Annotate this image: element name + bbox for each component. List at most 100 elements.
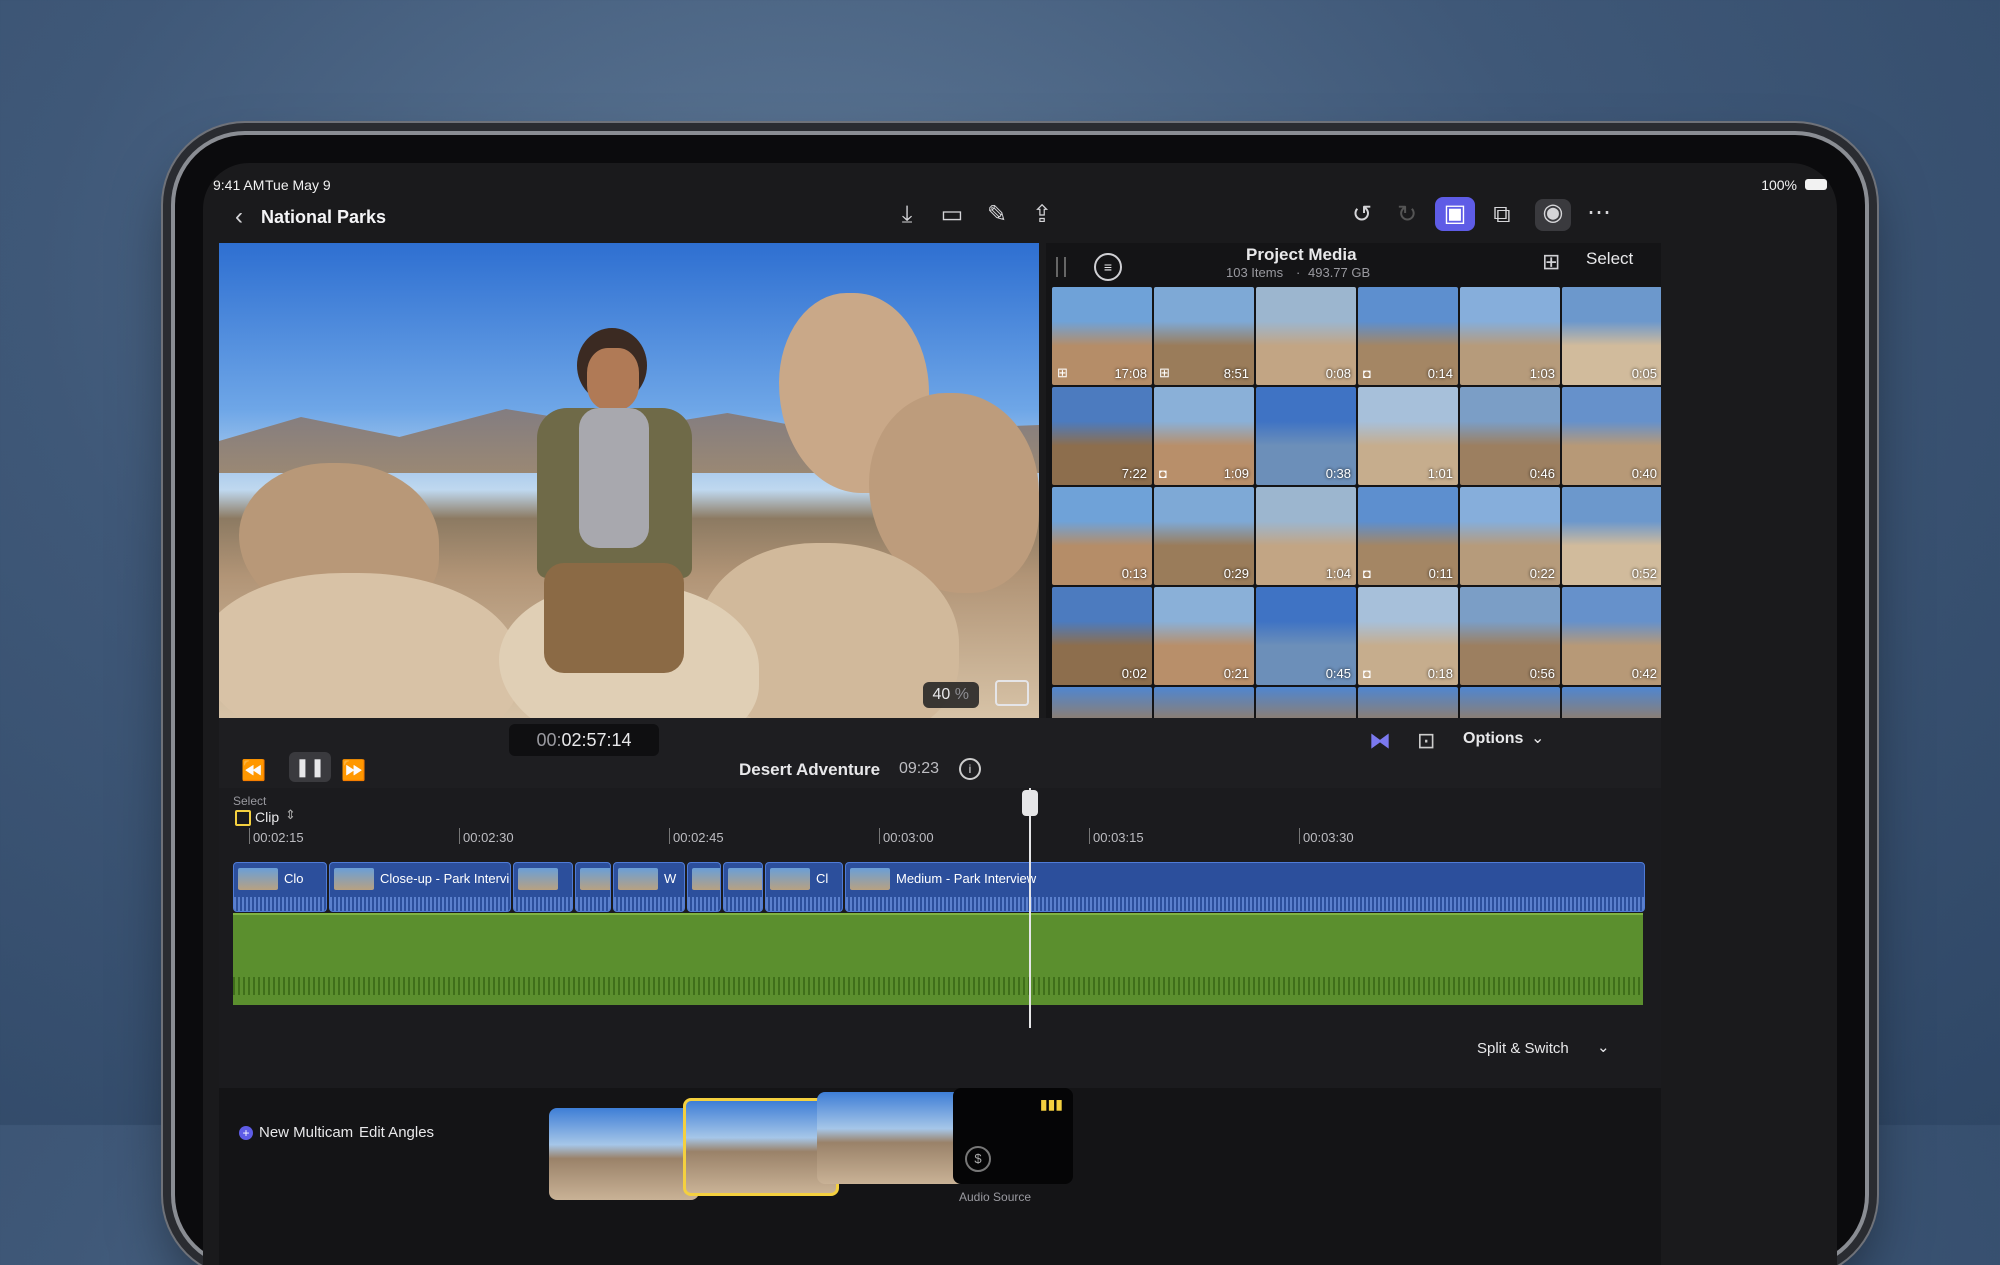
import-icon[interactable]: ⤓ — [893, 201, 921, 229]
media-thumbnail[interactable]: 0:22 — [1460, 487, 1560, 585]
angle-thumbnail-selected[interactable] — [683, 1098, 839, 1196]
thumbnail-duration: 8:51 — [1223, 366, 1249, 381]
share-icon[interactable]: ⇪ — [1028, 201, 1056, 229]
pencil-icon[interactable]: ✎ — [983, 201, 1011, 229]
clip-mode-label[interactable]: Clip — [255, 809, 279, 825]
media-thumbnail[interactable]: 0:40 — [1562, 387, 1661, 485]
redo-icon[interactable]: ↻ — [1393, 201, 1421, 229]
camera-icon[interactable]: ▭ — [938, 201, 966, 229]
zoom-level[interactable]: 40 % — [922, 682, 979, 708]
thumbnail-duration: 0:22 — [1529, 566, 1555, 581]
clip-thumbnail — [618, 868, 658, 890]
timeline-clip[interactable] — [723, 862, 763, 912]
audio-source-tile[interactable]: ▮▮▮ $ — [953, 1088, 1073, 1184]
media-thumbnail[interactable] — [1256, 687, 1356, 718]
photos-icon[interactable]: ▣ — [1435, 197, 1475, 231]
media-thumbnail[interactable]: ⊞ 8:51 — [1154, 287, 1254, 385]
timecode-display[interactable]: 00:02:57:14 — [509, 724, 659, 756]
media-thumbnail[interactable] — [1052, 687, 1152, 718]
media-thumbnail[interactable] — [1358, 687, 1458, 718]
media-thumbnail[interactable]: 0:45 — [1256, 587, 1356, 685]
media-thumbnail[interactable]: 0:56 — [1460, 587, 1560, 685]
timeline-clip[interactable] — [513, 862, 573, 912]
timeline-clip[interactable] — [687, 862, 721, 912]
chevron-down-icon[interactable]: ⌄ — [1531, 728, 1544, 748]
media-thumbnail[interactable]: ◘ 0:11 — [1358, 487, 1458, 585]
media-thumbnail[interactable]: 0:29 — [1154, 487, 1254, 585]
thumbnail-duration: 1:04 — [1325, 566, 1351, 581]
new-multicam-button[interactable]: New Multicam — [259, 1124, 353, 1141]
playhead[interactable] — [1029, 788, 1031, 1028]
select-button[interactable]: Select — [1586, 249, 1633, 269]
voiceover-icon[interactable]: ◉ — [1535, 199, 1571, 231]
multicam-panel: + New Multicam Edit Angles ▮▮▮ $ Audio S… — [219, 1088, 1661, 1265]
edit-angles-button[interactable]: Edit Angles — [359, 1124, 434, 1141]
clip-view-icon[interactable]: ⊡ — [1417, 728, 1435, 754]
thumbnail-duration: 0:05 — [1631, 366, 1657, 381]
media-thumbnail[interactable] — [1154, 687, 1254, 718]
timeline-clip[interactable]: W — [613, 862, 685, 912]
timeline-clip[interactable]: Clo — [233, 862, 327, 912]
audio-track[interactable] — [233, 913, 1643, 1005]
drag-handle-icon[interactable] — [1056, 257, 1066, 277]
media-thumbnail[interactable]: 0:05 — [1562, 287, 1661, 385]
media-thumbnail[interactable]: 1:01 — [1358, 387, 1458, 485]
grid-view-icon[interactable]: ⊞ — [1542, 249, 1560, 275]
snapping-icon[interactable]: ⧓ — [1369, 728, 1391, 754]
thumbnail-duration: 7:22 — [1121, 466, 1147, 481]
media-thumbnail[interactable]: 0:08 — [1256, 287, 1356, 385]
thumbnail-duration: 1:03 — [1529, 366, 1555, 381]
media-thumbnail[interactable]: ⊞ 17:08 — [1052, 287, 1152, 385]
more-icon[interactable]: ⋯ — [1585, 199, 1613, 227]
ruler-label: 00:03:00 — [883, 830, 934, 845]
thumbnail-duration: 0:21 — [1223, 666, 1249, 681]
media-thumbnail[interactable]: 0:42 — [1562, 587, 1661, 685]
video-viewer[interactable]: 40 % — [219, 243, 1039, 718]
timeline-clip[interactable]: Close-up - Park Interview — [329, 862, 511, 912]
media-thumbnail[interactable]: 0:38 — [1256, 387, 1356, 485]
select-mode-caption: Select — [233, 794, 267, 808]
media-thumbnail[interactable]: 1:03 — [1460, 287, 1560, 385]
media-size: 493.77 GB — [1308, 265, 1371, 280]
media-thumbnail[interactable]: 0:02 — [1052, 587, 1152, 685]
media-thumbnail[interactable]: 7:22 — [1052, 387, 1152, 485]
angle-thumbnail[interactable] — [549, 1108, 699, 1200]
ruler-tick — [879, 828, 880, 844]
clip-waveform — [846, 897, 1644, 911]
chevron-down-icon[interactable]: ⌄ — [1597, 1038, 1610, 1056]
ruler-tick — [459, 828, 460, 844]
playhead-handle[interactable] — [1022, 790, 1038, 816]
pause-icon[interactable]: ❚❚ — [289, 752, 331, 782]
timeline-clip[interactable]: Medium - Park Interview — [845, 862, 1645, 912]
filter-icon[interactable]: ≡ — [1094, 253, 1122, 281]
timeline[interactable]: Select Clip ⇕ 00:02:15 00:02:30 00:02:45 00… — [219, 788, 1661, 1088]
split-switch-button[interactable]: Split & Switch — [1477, 1040, 1569, 1057]
rewind-icon[interactable]: ⏪ — [241, 758, 266, 783]
media-thumbnail[interactable] — [1562, 687, 1661, 718]
media-thumbnail[interactable]: 0:21 — [1154, 587, 1254, 685]
clip-waveform — [688, 897, 720, 911]
rock-formation — [219, 573, 519, 718]
effects-icon[interactable]: ⧉ — [1488, 201, 1516, 229]
display-mode-icon[interactable] — [995, 680, 1029, 706]
undo-icon[interactable]: ↺ — [1348, 201, 1376, 229]
media-thumbnail[interactable]: 0:13 — [1052, 487, 1152, 585]
options-button[interactable]: Options — [1463, 730, 1523, 748]
timeline-clip[interactable]: Cl — [765, 862, 843, 912]
media-thumbnail[interactable]: 1:04 — [1256, 487, 1356, 585]
media-thumbnail[interactable]: ◘ 0:18 — [1358, 587, 1458, 685]
clip-thumbnail — [850, 868, 890, 890]
angle-thumbnail[interactable] — [817, 1092, 967, 1184]
plus-icon[interactable]: + — [239, 1126, 253, 1140]
timeline-clip[interactable] — [575, 862, 611, 912]
media-thumbnail[interactable]: ◘ 1:09 — [1154, 387, 1254, 485]
media-thumbnail[interactable]: ◘ 0:14 — [1358, 287, 1458, 385]
info-icon[interactable]: i — [959, 758, 981, 780]
mode-selector-icon[interactable]: ⇕ — [285, 807, 296, 823]
media-thumbnail[interactable]: 0:46 — [1460, 387, 1560, 485]
chevron-left-icon[interactable]: ‹ — [225, 203, 253, 231]
fast-forward-icon[interactable]: ⏩ — [341, 758, 366, 783]
media-browser: ≡ Project Media 103 Items · 493.77 GB ⊞ … — [1046, 243, 1661, 718]
media-thumbnail[interactable] — [1460, 687, 1560, 718]
media-thumbnail[interactable]: 0:52 — [1562, 487, 1661, 585]
